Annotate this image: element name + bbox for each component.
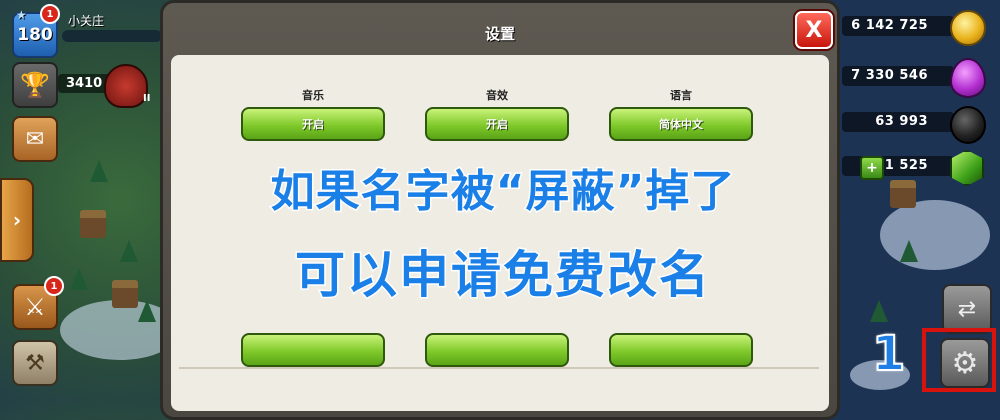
expand-sidebar-button[interactable]: › <box>0 178 34 262</box>
player-level: 180 <box>17 25 53 45</box>
overlay-caption-line-2: 可以申请免费改名 <box>294 245 711 306</box>
mail-button[interactable]: ✉ <box>12 116 58 162</box>
swap-icon: ⇄ <box>957 296 977 322</box>
bottom-button-1[interactable] <box>241 333 385 367</box>
sound-toggle-button[interactable]: 开启 <box>425 107 569 141</box>
trophy-icon: 🏆 <box>20 71 50 99</box>
dark-elixir-icon <box>950 106 986 144</box>
language-label: 语言 <box>670 89 692 102</box>
star-icon: ★ <box>16 8 27 22</box>
step-number: 1 <box>871 325 906 383</box>
language-select-button[interactable]: 简体中文 <box>609 107 753 141</box>
chevron-right-icon: › <box>12 208 22 232</box>
music-toggle-button[interactable]: 开启 <box>241 107 385 141</box>
sound-label: 音效 <box>486 89 508 102</box>
dialog-title: 设置 <box>484 25 515 43</box>
league-emblem-icon[interactable] <box>104 64 148 108</box>
settings-highlight-box <box>922 328 996 392</box>
close-button[interactable]: X <box>795 11 833 49</box>
crossed-swords-icon: ⚔ <box>24 293 46 321</box>
settings-dialog: 设置 X 音乐 开启 音效 开启 语言 简体中文 如果名字被“屏蔽”掉了 可以申… <box>160 0 840 420</box>
level-notification-badge: 1 <box>40 4 60 24</box>
gold-coin-icon <box>950 10 986 46</box>
panel-divider <box>179 367 819 369</box>
builder-icon: ⚒ <box>25 350 45 376</box>
bottom-button-3[interactable] <box>609 333 753 367</box>
elixir-drop-icon <box>950 58 986 98</box>
switch-village-button[interactable]: ⇄ <box>942 284 992 334</box>
gem-icon <box>950 150 984 186</box>
mail-icon: ✉ <box>25 126 45 152</box>
dark-elixir-amount: 63 993 <box>842 112 954 132</box>
experience-bar <box>62 30 162 42</box>
music-label: 音乐 <box>302 89 324 102</box>
gem-amount: 1 525 <box>842 156 954 176</box>
buy-gems-button[interactable]: + <box>860 156 884 180</box>
overlay-caption-line-1: 如果名字被“屏蔽”掉了 <box>269 165 736 219</box>
trophy-button[interactable]: 🏆 <box>12 62 58 108</box>
elixir-amount: 7 330 546 <box>842 66 954 86</box>
bottom-button-2[interactable] <box>425 333 569 367</box>
gold-amount: 6 142 725 <box>842 16 954 36</box>
builder-button[interactable]: ⚒ <box>12 340 58 386</box>
battle-notification-badge: 1 <box>44 276 64 296</box>
player-name: 小关庄 <box>68 14 105 28</box>
close-icon: X <box>805 17 823 43</box>
pause-icon: II <box>143 93 151 104</box>
